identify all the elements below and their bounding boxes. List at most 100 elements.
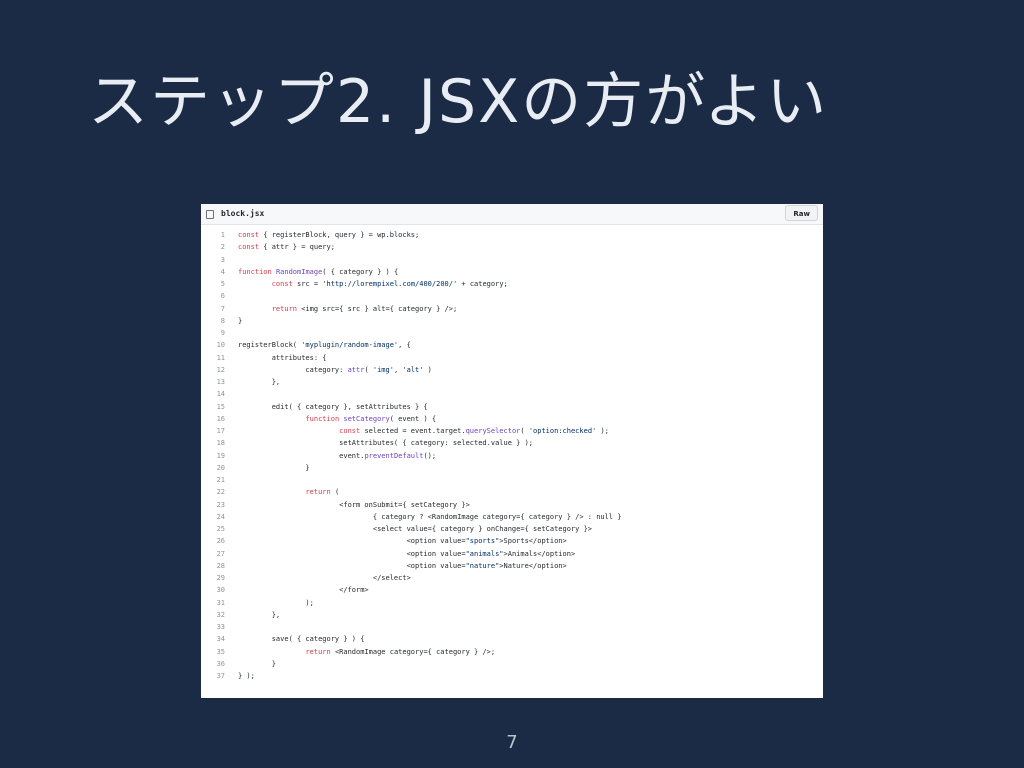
slide-title: ステップ2. JSXの方がよい <box>88 67 829 137</box>
file-name: block.jsx <box>221 209 265 218</box>
line-number: 8 <box>220 316 225 325</box>
line-number: 27 <box>216 549 225 558</box>
code-text: category: attr( 'img', 'alt' ) <box>238 365 432 374</box>
code-text: }, <box>238 610 281 619</box>
code-text: <option value="nature">Nature</option> <box>238 561 567 570</box>
code-line: 13 }, <box>201 376 823 388</box>
line-number: 34 <box>216 635 225 644</box>
code-text: function RandomImage( { category } ) { <box>238 267 399 276</box>
line-number: 29 <box>216 574 225 582</box>
code-line: 14 <box>201 388 823 400</box>
code-text: const { attr } = query; <box>238 243 335 252</box>
line-number: 16 <box>216 414 225 423</box>
line-number: 1 <box>220 231 225 239</box>
code-line: 3 <box>201 254 823 266</box>
code-line: 29 </select> <box>201 572 823 584</box>
code-text: <option value="animals">Animals</option> <box>238 549 576 558</box>
line-number: 12 <box>216 365 225 374</box>
code-text: setAttributes( { category: selected.valu… <box>238 439 534 448</box>
line-number: 11 <box>216 353 225 362</box>
line-number: 9 <box>220 329 225 337</box>
line-number: 5 <box>220 280 225 288</box>
code-line: 31 ); <box>201 597 823 609</box>
line-number: 13 <box>216 378 225 386</box>
line-number: 15 <box>216 402 225 411</box>
file-header: block.jsx Raw <box>201 204 823 225</box>
code-line: 8} <box>201 315 823 327</box>
code-text: attributes: { <box>238 353 327 362</box>
code-line: 4 function RandomImage( { category } ) { <box>201 266 823 278</box>
code-body: 1 const { registerBlock, query } = wp.blo… <box>201 225 823 682</box>
code-text: } <box>238 316 243 325</box>
code-text: const { registerBlock, query } = wp.bloc… <box>238 231 420 239</box>
code-line: 15 edit( { category }, setAttributes } { <box>201 401 823 413</box>
line-number: 26 <box>216 537 225 546</box>
code-text: const selected = event.target.querySelec… <box>339 427 609 435</box>
line-number: 6 <box>220 292 225 301</box>
code-line: 7 return <img src={ src } alt={ category… <box>201 303 823 315</box>
code-line: 16 function setCategory( event ) { <box>201 413 823 425</box>
line-number: 7 <box>220 304 225 313</box>
file-icon <box>206 210 214 219</box>
line-number: 22 <box>216 488 225 497</box>
line-number: 17 <box>216 427 225 435</box>
line-number: 30 <box>216 586 225 595</box>
code-text: return ( <box>305 488 340 497</box>
code-line: 17 const selected = event.target.querySe… <box>201 425 823 437</box>
line-number: 32 <box>216 610 225 619</box>
code-line: 25 <select value={ category } onChange={… <box>201 523 823 535</box>
code-text: registerBlock( 'myplugin/random-image', … <box>238 341 411 350</box>
line-number: 21 <box>216 476 225 484</box>
line-number: 10 <box>216 341 225 350</box>
code-text: function setCategory( event ) { <box>305 414 437 423</box>
code-text: } <box>238 463 310 472</box>
line-number: 14 <box>216 390 225 399</box>
line-number: 31 <box>216 598 225 607</box>
line-number: 20 <box>216 463 225 472</box>
code-line: 27 <option value="animals">Animals</opti… <box>201 548 823 560</box>
code-text: }, <box>238 378 281 386</box>
code-text: return <img src={ src } alt={ category }… <box>271 304 458 313</box>
line-number: 24 <box>216 512 225 521</box>
code-text: save( { category } ) { <box>238 635 365 644</box>
code-text: ); <box>238 598 314 607</box>
code-text: edit( { category }, setAttributes } { <box>238 402 428 411</box>
code-line: 9 <box>201 327 823 339</box>
code-line: 10 registerBlock( 'myplugin/random-image'… <box>201 339 823 351</box>
code-line: 37} ); <box>201 670 823 682</box>
code-text: return <RandomImage category={ category … <box>305 647 496 656</box>
code-text: </form> <box>238 586 369 595</box>
line-number: 2 <box>220 243 225 252</box>
code-line: 18 setAttributes( { category: selected.v… <box>201 437 823 449</box>
raw-button[interactable]: Raw <box>785 205 818 221</box>
line-number: 23 <box>216 500 225 509</box>
line-number: 3 <box>220 255 225 264</box>
page-number: 7 <box>506 732 518 753</box>
code-line: 6 <box>201 290 823 302</box>
code-text: { category ? <RandomImage category={ cat… <box>238 512 622 521</box>
code-line: 21 <box>201 474 823 486</box>
code-text: } <box>238 659 276 668</box>
code-line: 35 return <RandomImage category={ catego… <box>201 646 823 658</box>
code-line: 34 save( { category } ) { <box>201 633 823 645</box>
code-line: 24 { category ? <RandomImage category={ … <box>201 511 823 523</box>
line-number: 33 <box>216 623 225 631</box>
line-number: 25 <box>216 525 225 533</box>
code-line: 23 <form onSubmit={ setCategory }> <box>201 499 823 511</box>
line-number: 35 <box>216 647 225 656</box>
line-number: 18 <box>216 439 225 448</box>
code-line: 30 </form> <box>201 584 823 596</box>
code-line: 1 const { registerBlock, query } = wp.blo… <box>201 229 823 241</box>
code-file-view: block.jsx Raw 1 const { registerBlock, qu… <box>201 204 823 698</box>
line-number: 28 <box>216 561 225 570</box>
code-line: 19 event.preventDefault(); <box>201 450 823 462</box>
code-line: 5 const src = 'http://lorempixel.com/400… <box>201 278 823 290</box>
line-number: 4 <box>220 267 225 276</box>
code-text: event.preventDefault(); <box>238 451 437 460</box>
code-line: 36 } <box>201 658 823 670</box>
line-number: 37 <box>216 672 225 680</box>
line-number: 36 <box>216 659 225 668</box>
code-line: 28 <option value="nature">Nature</option… <box>201 560 823 572</box>
code-line: 20 } <box>201 462 823 474</box>
code-text: <option value="sports">Sports</option> <box>238 537 567 546</box>
